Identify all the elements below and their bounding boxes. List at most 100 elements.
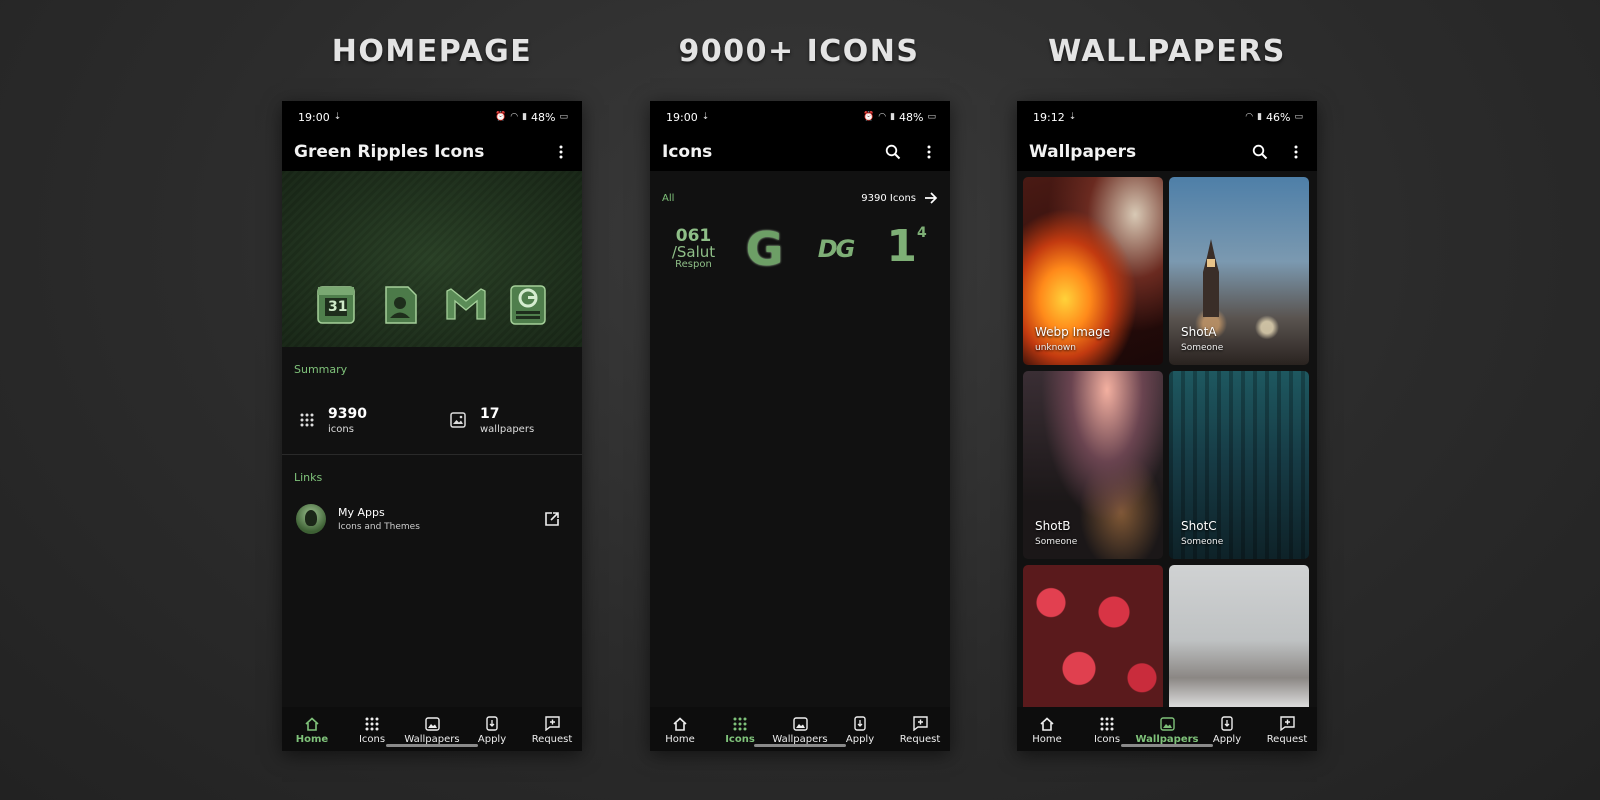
icon-glyph-text: 4	[916, 225, 927, 241]
wallpaper-author: Someone	[1181, 343, 1224, 353]
nav-request[interactable]: Request	[891, 716, 949, 745]
request-icon	[544, 716, 560, 731]
nav-request[interactable]: Request	[1258, 716, 1316, 745]
nav-home-label: Home	[1032, 734, 1062, 745]
apply-icon	[1221, 716, 1233, 731]
data-speed-icon: ⇣	[333, 112, 342, 122]
nav-request[interactable]: Request	[523, 716, 581, 745]
nav-home[interactable]: Home	[283, 717, 341, 745]
wallpaper-card[interactable]: ShotC Someone	[1169, 371, 1309, 559]
app-bar: Wallpapers	[1017, 133, 1317, 171]
home-icon	[305, 717, 319, 731]
gboard-icon	[508, 283, 548, 325]
link-subtitle: Icons and Themes	[338, 522, 420, 532]
page-title: Green Ripples Icons	[294, 142, 485, 162]
nav-request-label: Request	[899, 734, 941, 745]
battery-percent: 48%	[531, 110, 556, 124]
bottom-navigation: Home Icons Wallpapers Apply Request	[650, 707, 950, 751]
phone-wallpapers: 19:12 ⇣ ◠ ▮ 46% ▭ Wallpapers Webp Image …	[1017, 101, 1317, 751]
page-title: Wallpapers	[1029, 142, 1137, 162]
more-options-icon[interactable]	[550, 141, 572, 163]
icon-preview[interactable]: DG	[808, 221, 864, 277]
wallpaper-title: ShotA	[1181, 325, 1217, 339]
nav-home[interactable]: Home	[651, 717, 709, 745]
apply-icon	[486, 716, 498, 731]
app-bar: Icons	[650, 133, 950, 171]
gesture-handle[interactable]	[1121, 744, 1213, 747]
nav-wallpapers[interactable]: Wallpapers	[771, 717, 829, 745]
wallpaper-title: ShotC	[1181, 519, 1217, 533]
gesture-handle[interactable]	[386, 744, 478, 747]
nav-apply-label: Apply	[1212, 734, 1242, 745]
image-icon	[424, 717, 440, 731]
category-all[interactable]: All	[662, 193, 674, 204]
summary-label: Summary	[294, 363, 348, 376]
page-title: Icons	[662, 142, 713, 162]
image-icon	[450, 412, 466, 428]
icons-category-header: All 9390 Icons	[650, 171, 950, 211]
icons-count-label: icons	[328, 423, 354, 435]
battery-percent: 48%	[899, 110, 924, 124]
wallpaper-card[interactable]: ShotB Someone	[1023, 371, 1163, 559]
nav-icons-label: Icons	[1093, 734, 1121, 745]
data-speed-icon: ⇣	[1068, 112, 1077, 122]
grid-icon	[733, 717, 747, 731]
alarm-icon: ⏰	[863, 112, 875, 122]
header-banner: 31	[282, 171, 582, 347]
arrow-right-icon	[925, 192, 938, 204]
icons-count-link[interactable]: 9390 Icons	[861, 192, 938, 204]
wifi-icon: ◠	[878, 112, 887, 122]
icon-preview[interactable]: 1 4	[879, 221, 935, 277]
icon-glyph-text: G	[745, 222, 784, 276]
battery-icon: ▭	[927, 112, 936, 122]
signal-icon: ▮	[1257, 112, 1263, 122]
more-options-icon[interactable]	[918, 141, 940, 163]
link-title: My Apps	[338, 506, 385, 519]
gesture-handle[interactable]	[754, 744, 846, 747]
icons-total: 9390 Icons	[861, 192, 916, 204]
nav-wallpapers[interactable]: Wallpapers	[403, 717, 461, 745]
nav-apply-label: Apply	[477, 734, 507, 745]
search-icon[interactable]	[882, 141, 904, 163]
summary-wallpapers[interactable]: 17 wallpapers	[432, 394, 582, 446]
image-icon	[792, 717, 808, 731]
icon-preview[interactable]: 061 /Salut Respon	[666, 221, 722, 277]
nav-apply[interactable]: Apply	[463, 716, 521, 745]
icon-preview[interactable]: G	[737, 221, 793, 277]
wallpaper-card[interactable]: ShotA Someone	[1169, 177, 1309, 365]
more-options-icon[interactable]	[1285, 141, 1307, 163]
status-time: 19:12	[1033, 110, 1065, 124]
grid-icon	[365, 717, 379, 731]
wallpaper-card[interactable]: Webp Image unknown	[1023, 177, 1163, 365]
calendar-icon: 31	[316, 283, 356, 325]
link-my-apps[interactable]: My Apps Icons and Themes	[282, 484, 582, 534]
search-icon[interactable]	[1249, 141, 1271, 163]
nav-icons[interactable]: Icons	[1078, 717, 1136, 745]
icon-glyph-text: Respon	[675, 259, 712, 270]
wallpaper-author: Someone	[1035, 537, 1078, 547]
wallpapers-count-label: wallpapers	[480, 423, 535, 435]
nav-icons[interactable]: Icons	[711, 717, 769, 745]
status-bar: 19:00 ⇣ ⏰ ◠ ▮ 48% ▭	[282, 101, 582, 133]
nav-home-label: Home	[665, 734, 695, 745]
signal-icon: ▮	[522, 112, 528, 122]
nav-apply[interactable]: Apply	[831, 716, 889, 745]
icon-preview-grid: 061 /Salut Respon G DG 1 4	[650, 211, 950, 277]
wifi-icon: ◠	[510, 112, 519, 122]
open-external-icon[interactable]	[544, 511, 560, 527]
signal-icon: ▮	[890, 112, 896, 122]
nav-request-label: Request	[531, 734, 573, 745]
wallpaper-title: ShotB	[1035, 519, 1071, 533]
home-icon	[673, 717, 687, 731]
nav-apply-label: Apply	[845, 734, 875, 745]
bottom-navigation: Home Icons Wallpapers Apply Request	[1017, 707, 1317, 751]
nav-apply[interactable]: Apply	[1198, 716, 1256, 745]
summary-icons[interactable]: 9390 icons	[282, 394, 432, 446]
section-title-icons: 9000+ ICONS	[678, 34, 920, 69]
nav-home[interactable]: Home	[1018, 717, 1076, 745]
nav-wallpapers[interactable]: Wallpapers	[1136, 717, 1199, 745]
nav-icons[interactable]: Icons	[343, 717, 401, 745]
icons-count: 9390	[328, 405, 367, 422]
nav-icons-label: Icons	[725, 734, 755, 745]
home-icon	[1040, 717, 1054, 731]
